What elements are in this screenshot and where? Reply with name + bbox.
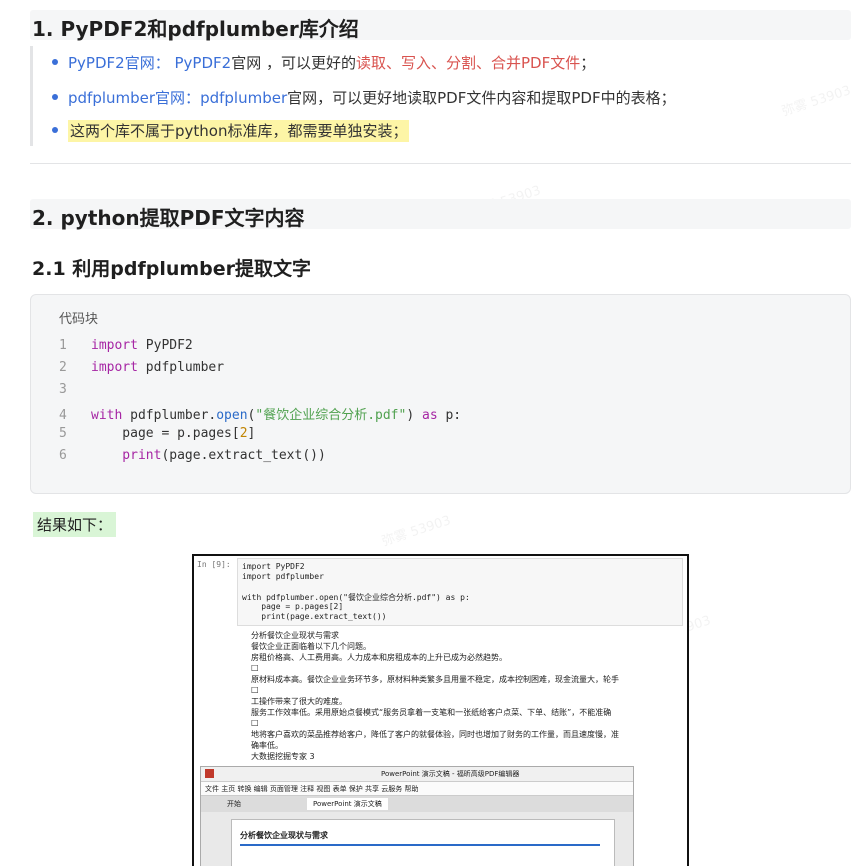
pdf-heading-rule	[240, 844, 600, 846]
tab-start: 开始	[227, 800, 241, 808]
code-block[interactable]: 代码块 1 import PyPDF2 2 import pdfplumber 3 …	[30, 294, 851, 494]
code-block-label: 代码块	[59, 312, 99, 327]
section-1-heading-bar: 1. PyPDF2和pdfplumber库介绍	[30, 10, 851, 41]
output-line: 确率低。	[251, 741, 283, 750]
output-line: □	[251, 685, 259, 694]
app-menubar: 文件 主页 转换 编辑 页面管理 注释 视图 表单 保护 共享 云服务 帮助	[201, 782, 633, 796]
notebook-code-cell: import PyPDF2 import pdfplumber with pdf…	[237, 558, 683, 626]
output-line: □	[251, 718, 259, 727]
output-line: 工操作带来了很大的难度。	[251, 697, 347, 706]
result-screenshot: In [9]: import PyPDF2 import pdfplumber …	[192, 554, 689, 866]
code-line: 6 print(page.extract_text())	[59, 448, 326, 463]
bullet-icon	[52, 126, 58, 133]
section-1-heading: 1. PyPDF2和pdfplumber库介绍	[32, 17, 359, 41]
app-menu: 文件 主页 转换 编辑 页面管理 注释 视图 表单 保护 共享 云服务 帮助	[205, 785, 419, 793]
output-line: 原材料成本高。餐饮企业业务环节多，原材料种类繁多且用量不稳定，成本控制困难，现金…	[251, 675, 619, 684]
cell-code-line: page = p.pages[2]	[242, 602, 344, 611]
divider	[30, 163, 851, 164]
code-line: 1 import PyPDF2	[59, 338, 193, 353]
pypdf2-link[interactable]: PyPDF2	[174, 54, 231, 72]
code-line: 5 page = p.pages[2]	[59, 426, 256, 441]
cell-code-line: import PyPDF2	[242, 562, 305, 571]
cell-code-line: print(page.extract_text())	[242, 612, 387, 621]
pypdf2-site-link[interactable]: PyPDF2官网：	[68, 54, 170, 72]
output-line: 餐饮企业正面临着以下几个问题。	[251, 642, 371, 651]
pdf-editor-window: PowerPoint 演示文稿 - 福昕高级PDF编辑器 文件 主页 转换 编辑…	[200, 766, 634, 866]
tab-document: PowerPoint 演示文稿	[307, 798, 388, 810]
output-line: 房租价格高、人工费用高。人力成本和房租成本的上升已成为必然趋势。	[251, 653, 507, 662]
code-line: 3	[59, 382, 67, 397]
pdf-page: 分析餐饮企业现状与需求	[231, 819, 615, 866]
output-line: 分析餐饮企业现状与需求	[251, 631, 339, 640]
section-2-heading-bar: 2. python提取PDF文字内容	[30, 199, 851, 230]
blockquote-border	[30, 46, 33, 146]
output-line: 大数据挖掘专家 3	[251, 752, 315, 761]
app-titlebar: PowerPoint 演示文稿 - 福昕高级PDF编辑器	[201, 767, 633, 782]
result-label: 结果如下：	[33, 512, 117, 537]
output-line: 地将客户喜欢的菜品推荐给客户，降低了客户的就餐体验，同时也增加了财务的工作量，而…	[251, 730, 619, 739]
list-item-install-note: 这两个库不属于python标准库，都需要单独安装；	[52, 120, 410, 142]
app-logo-icon	[205, 769, 214, 778]
code-line: 2 import pdfplumber	[59, 360, 225, 375]
pdf-page-heading: 分析餐饮企业现状与需求	[240, 831, 328, 840]
list-item-pdfplumber: pdfplumber官网：pdfplumber官网，可以更好地读取PDF文件内容…	[52, 87, 676, 108]
section-2-1-heading: 2.1 利用pdfplumber提取文字	[32, 258, 312, 280]
list-item-pypdf2: PyPDF2官网： PyPDF2官网 ，可以更好的读取、写入、分割、合并PDF文…	[52, 52, 595, 73]
output-line: 服务工作效率低。采用原始点餐模式“服务员拿着一支笔和一张纸给客户点菜、下单、结账…	[251, 708, 612, 717]
app-title: PowerPoint 演示文稿 - 福昕高级PDF编辑器	[381, 770, 520, 778]
pdfplumber-site-link[interactable]: pdfplumber官网：	[68, 89, 200, 107]
output-line: □	[251, 663, 259, 672]
code-line: 4 with pdfplumber.open("餐饮企业综合分析.pdf") as…	[59, 408, 462, 423]
cell-prompt: In [9]:	[197, 560, 231, 569]
cell-code-line: import pdfplumber	[242, 572, 324, 581]
bullet-icon	[52, 58, 58, 65]
pdfplumber-link[interactable]: pdfplumber	[200, 89, 287, 107]
section-2-heading: 2. python提取PDF文字内容	[32, 206, 305, 230]
bullet-icon	[52, 93, 58, 100]
app-tabbar: 开始 PowerPoint 演示文稿	[201, 796, 633, 812]
